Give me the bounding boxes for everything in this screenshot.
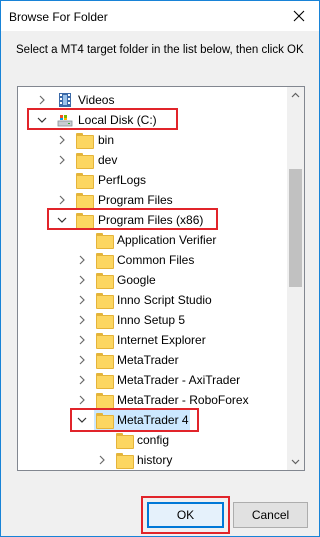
scroll-up-button[interactable]: [287, 87, 304, 104]
highlight-box-local-disk: [27, 108, 178, 130]
folder-icon: [116, 432, 134, 449]
chevron-right-icon[interactable]: [76, 334, 88, 346]
tree-item-label: dev: [98, 153, 118, 167]
folder-icon: [76, 132, 94, 149]
folder-icon: [76, 152, 94, 169]
close-icon: [293, 10, 305, 22]
folder-tree[interactable]: Videos Local Disk (C:) bin dev PerfLogs …: [17, 86, 305, 471]
folder-icon: [96, 272, 114, 289]
tree-item-common-files[interactable]: Common Files: [18, 250, 288, 270]
videos-icon: [59, 93, 71, 107]
tree-item-label: bin: [98, 133, 115, 147]
tree-item-perflogs[interactable]: PerfLogs: [18, 170, 288, 190]
tree-item-label: PerfLogs: [98, 173, 147, 187]
folder-icon: [96, 372, 114, 389]
window-title: Browse For Folder: [9, 10, 108, 24]
chevron-right-icon[interactable]: [76, 374, 88, 386]
tree-item-internet-explorer[interactable]: Internet Explorer: [18, 330, 288, 350]
folder-icon: [96, 232, 114, 249]
tree-item-label: Google: [117, 273, 156, 287]
instruction-text: Select a MT4 target folder in the list b…: [16, 44, 304, 56]
folder-icon: [76, 192, 94, 209]
browse-folder-dialog: Browse For Folder Select a MT4 target fo…: [0, 0, 320, 537]
tree-item-label: MetaTrader - AxiTrader: [117, 373, 241, 387]
folder-icon: [96, 352, 114, 369]
folder-icon: [76, 172, 94, 189]
tree-item-inno-script-studio[interactable]: Inno Script Studio: [18, 290, 288, 310]
chevron-right-icon[interactable]: [76, 394, 88, 406]
close-button[interactable]: [279, 1, 319, 31]
title-bar: Browse For Folder: [1, 1, 319, 31]
tree-item-label: Application Verifier: [117, 233, 217, 247]
tree-item-label: Videos: [78, 93, 115, 107]
tree-item-program-files[interactable]: Program Files: [18, 190, 288, 210]
tree-item-label: MetaTrader: [117, 353, 179, 367]
ok-button[interactable]: OK: [147, 502, 224, 528]
chevron-right-icon[interactable]: [76, 294, 88, 306]
tree-item-label: Inno Script Studio: [117, 293, 212, 307]
chevron-right-icon[interactable]: [56, 154, 68, 166]
folder-icon: [96, 392, 114, 409]
chevron-down-icon: [291, 459, 300, 465]
chevron-right-icon[interactable]: [76, 254, 88, 266]
folder-icon: [116, 452, 134, 469]
tree-item-google[interactable]: Google: [18, 270, 288, 290]
highlight-box-metatrader-4: [70, 408, 199, 432]
tree-item-metatrader-roboforex[interactable]: MetaTrader - RoboForex: [18, 390, 288, 410]
scrollbar-thumb[interactable]: [289, 169, 302, 287]
chevron-right-icon[interactable]: [76, 274, 88, 286]
tree-item-history[interactable]: history: [18, 450, 288, 470]
folder-icon: [96, 252, 114, 269]
chevron-right-icon[interactable]: [76, 314, 88, 326]
tree-item-metatrader[interactable]: MetaTrader: [18, 350, 288, 370]
vertical-scrollbar[interactable]: [287, 87, 304, 470]
cancel-button[interactable]: Cancel: [233, 502, 308, 528]
tree-item-label: MetaTrader - RoboForex: [117, 393, 249, 407]
tree-item-label: Common Files: [117, 253, 195, 267]
highlight-box-program-files-x86: [47, 208, 218, 230]
chevron-up-icon: [291, 92, 300, 98]
tree-item-label: Inno Setup 5: [117, 313, 186, 327]
tree-item-label: history: [137, 453, 173, 467]
chevron-right-icon[interactable]: [56, 194, 68, 206]
tree-item-label: config: [137, 433, 170, 447]
tree-item-label: Program Files: [98, 193, 173, 207]
tree-item-bin[interactable]: bin: [18, 130, 288, 150]
folder-icon: [96, 332, 114, 349]
chevron-right-icon[interactable]: [56, 134, 68, 146]
tree-item-label: Internet Explorer: [117, 333, 206, 347]
chevron-right-icon[interactable]: [96, 454, 108, 466]
tree-item-application-verifier[interactable]: Application Verifier: [18, 230, 288, 250]
tree-item-config[interactable]: config: [18, 430, 288, 450]
tree-item-metatrader-axitrader[interactable]: MetaTrader - AxiTrader: [18, 370, 288, 390]
scroll-down-button[interactable]: [287, 453, 304, 470]
tree-item-videos[interactable]: Videos: [18, 90, 288, 110]
tree-item-dev[interactable]: dev: [18, 150, 288, 170]
chevron-right-icon[interactable]: [76, 354, 88, 366]
tree-item-inno-setup-5[interactable]: Inno Setup 5: [18, 310, 288, 330]
folder-icon: [96, 312, 114, 329]
chevron-right-icon[interactable]: [36, 94, 48, 106]
folder-icon: [96, 292, 114, 309]
